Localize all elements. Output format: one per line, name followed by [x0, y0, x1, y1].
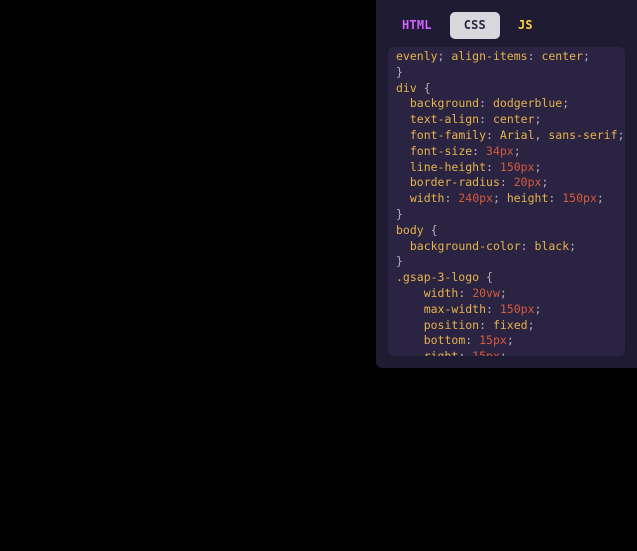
tab-js[interactable]: JS: [504, 12, 547, 39]
tab-css[interactable]: CSS: [450, 12, 500, 39]
tab-bar: HTML CSS JS: [376, 0, 637, 47]
tab-html[interactable]: HTML: [388, 12, 446, 39]
code-editor[interactable]: evenly; align-items: center; } div { bac…: [388, 47, 625, 356]
editor-panel: HTML CSS JS evenly; align-items: center;…: [376, 0, 637, 368]
css-code: evenly; align-items: center; } div { bac…: [388, 47, 625, 356]
